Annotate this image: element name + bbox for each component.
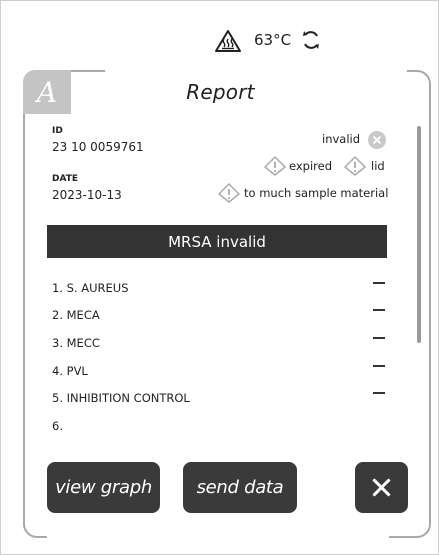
date-value: 2023-10-13 (52, 188, 122, 202)
frame-gap-bottom (47, 532, 389, 540)
status-lid-text: lid (371, 159, 385, 173)
heat-warning-icon (215, 30, 241, 52)
scrollbar[interactable] (417, 126, 421, 343)
target-label: 5. INHIBITION CONTROL (52, 391, 190, 405)
date-label: DATE (52, 174, 79, 184)
status-expired-text: expired (289, 159, 333, 173)
warning-icon (344, 156, 366, 176)
target-label: 4. PVL (52, 364, 88, 378)
temperature-readout: 63°C (254, 31, 292, 49)
id-value: 23 10 0059761 (52, 140, 144, 154)
result-banner: MRSA invalid (47, 225, 387, 258)
page-title: Report (186, 80, 255, 104)
device-screen: 63°C A Report ID 23 10 0059761 DATE 2023… (0, 0, 439, 555)
frame-gap-top (105, 68, 407, 76)
status-sample-text: to much sample material (244, 186, 389, 200)
target-label: 3. MECC (52, 336, 100, 350)
target-result-dash (373, 365, 385, 367)
target-result-dash (373, 309, 385, 311)
target-result-dash (373, 392, 385, 394)
view-graph-button[interactable]: view graph (47, 462, 160, 513)
invalid-icon (368, 131, 386, 149)
id-label: ID (52, 126, 63, 136)
close-icon[interactable] (355, 462, 408, 513)
sync-icon (303, 31, 319, 49)
warning-icon (218, 183, 240, 203)
target-label: 2. MECA (52, 308, 100, 322)
target-result-dash (373, 337, 385, 339)
target-result-dash (373, 282, 385, 284)
target-label: 6. (52, 419, 63, 433)
warning-icon (264, 156, 286, 176)
target-label: 1. S. AUREUS (52, 281, 129, 295)
send-data-button[interactable]: send data (183, 462, 297, 513)
status-invalid-text: invalid (322, 132, 361, 146)
status-bar: 63°C (1, 25, 438, 57)
